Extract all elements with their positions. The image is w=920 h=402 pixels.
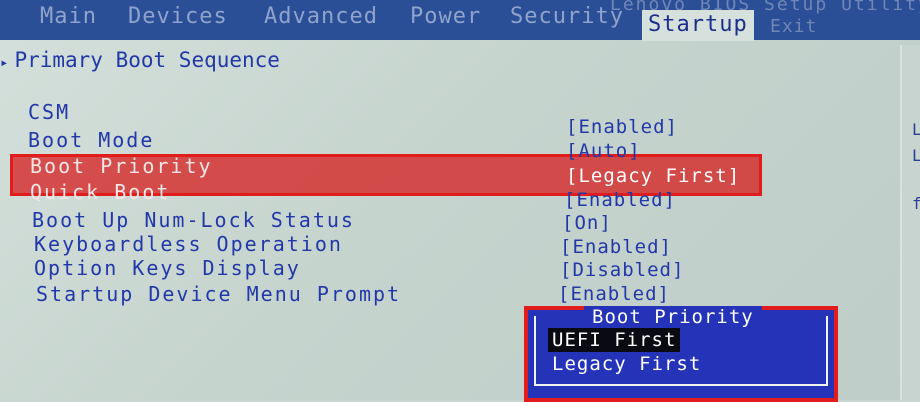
setting-label-csm[interactable]: CSM xyxy=(28,100,70,124)
section-title: ▸ Primary Boot Sequence xyxy=(0,48,280,72)
tab-advanced[interactable]: Advanced xyxy=(264,4,378,29)
setting-label-option-keys[interactable]: Option Keys Display xyxy=(34,256,301,280)
setting-value-num-lock[interactable]: [On] xyxy=(562,212,612,234)
setting-label-num-lock[interactable]: Boot Up Num-Lock Status xyxy=(32,208,355,232)
popup-option-uefi-first[interactable]: UEFI First xyxy=(548,328,681,352)
setting-value-quick-boot[interactable]: [Enabled] xyxy=(564,189,676,211)
setting-label-startup-menu-prompt[interactable]: Startup Device Menu Prompt xyxy=(36,282,401,306)
help-panel-char: L xyxy=(912,120,920,139)
help-panel-edge xyxy=(900,45,920,400)
expand-arrow-icon: ▸ xyxy=(0,55,9,71)
section-title-label: Primary Boot Sequence xyxy=(14,48,280,72)
setting-value-boot-mode[interactable]: [Auto] xyxy=(566,140,641,162)
menu-bar: Lenovo BIOS Setup Utility Main Devices A… xyxy=(0,0,920,41)
help-panel-char: L xyxy=(912,146,920,165)
tab-exit[interactable]: Exit xyxy=(770,16,817,37)
setting-value-keyboardless[interactable]: [Enabled] xyxy=(560,236,672,258)
tab-devices[interactable]: Devices xyxy=(128,4,228,29)
setting-value-boot-priority[interactable]: [Legacy First] xyxy=(566,165,740,187)
bios-screen: Lenovo BIOS Setup Utility Main Devices A… xyxy=(0,0,920,402)
help-panel-char: f xyxy=(912,194,920,213)
setting-label-quick-boot[interactable]: Quick Boot xyxy=(30,180,170,204)
setting-label-boot-mode[interactable]: Boot Mode xyxy=(28,128,154,152)
setting-value-startup-menu-prompt[interactable]: [Enabled] xyxy=(558,283,670,305)
tab-power[interactable]: Power xyxy=(410,4,481,29)
setting-label-boot-priority[interactable]: Boot Priority xyxy=(30,154,213,178)
popup-option-legacy-first[interactable]: Legacy First xyxy=(548,352,705,376)
tab-main[interactable]: Main xyxy=(40,4,97,29)
tab-startup[interactable]: Startup xyxy=(642,10,754,41)
setting-value-csm[interactable]: [Enabled] xyxy=(566,116,678,138)
popup-title: Boot Priority xyxy=(584,306,762,328)
setting-value-option-keys[interactable]: [Disabled] xyxy=(560,259,684,281)
tab-security[interactable]: Security xyxy=(510,4,624,29)
setting-label-keyboardless[interactable]: Keyboardless Operation xyxy=(34,232,343,256)
